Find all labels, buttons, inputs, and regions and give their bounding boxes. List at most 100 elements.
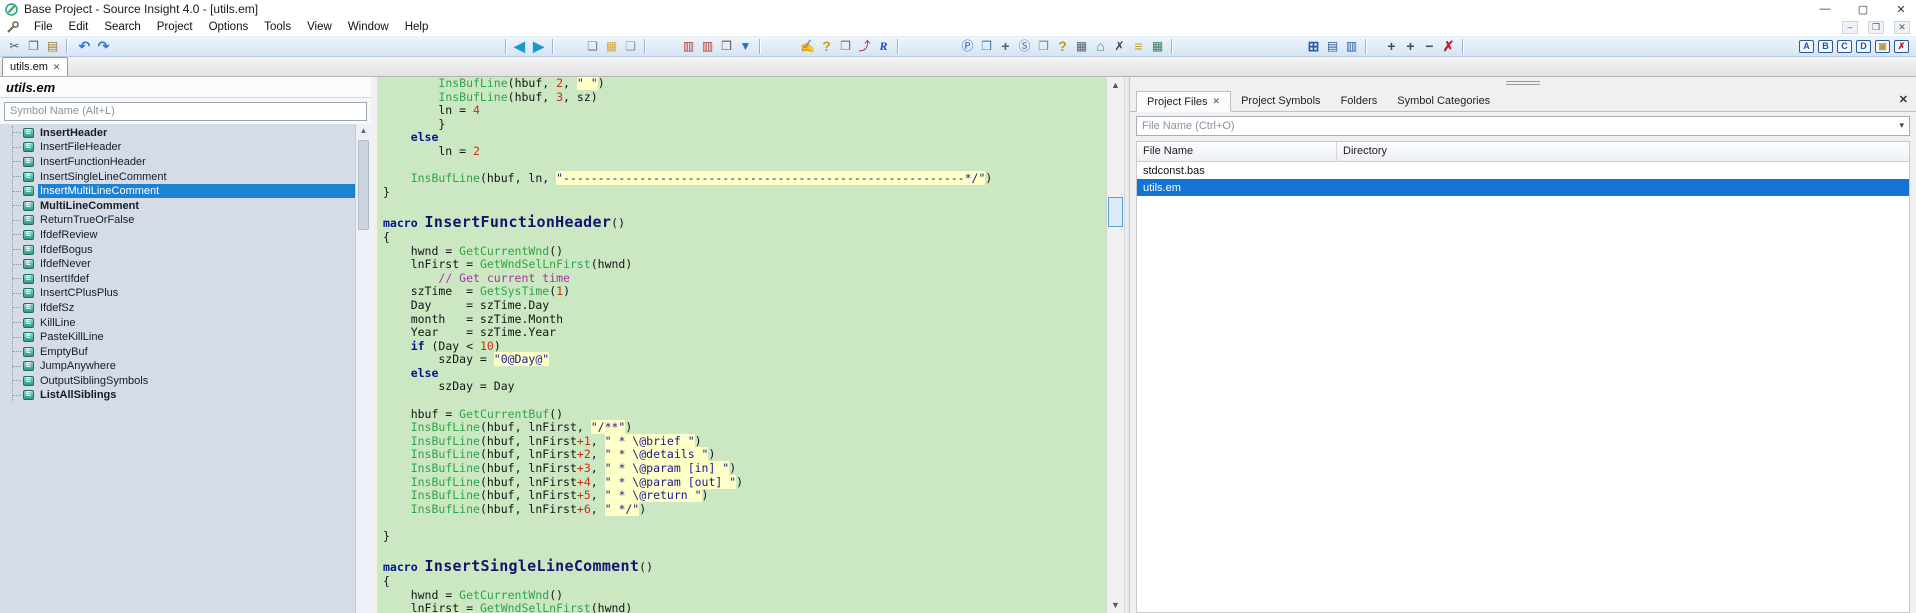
child-restore-button[interactable]: ❐	[1868, 21, 1884, 34]
scroll-up-icon[interactable]: ▲	[356, 124, 371, 138]
tab-symbol-categories[interactable]: Symbol Categories	[1387, 90, 1500, 111]
row-layout-icon[interactable]: ▤	[1323, 38, 1342, 55]
relation-graph-icon[interactable]: ⤴	[855, 38, 874, 55]
symbol-item-ifdefbogus[interactable]: EIfdefBogus	[0, 242, 355, 257]
maximize-button[interactable]: ▢	[1856, 3, 1870, 16]
save-file-icon[interactable]: ❏	[621, 38, 640, 55]
panel-close-icon[interactable]: ✕	[1899, 93, 1908, 106]
symbol-item-ifdefsz[interactable]: EIfdefSz	[0, 301, 355, 316]
close-window-icon[interactable]: ✗	[1110, 38, 1129, 55]
marker-d-icon[interactable]: D	[1856, 40, 1871, 53]
r-script-icon[interactable]: R	[874, 38, 893, 55]
tab-project-files[interactable]: Project Files✕	[1136, 91, 1231, 112]
symbol-item-insertsinglelinecomment[interactable]: EInsertSingleLineComment	[0, 169, 355, 184]
remove-line-icon[interactable]: −	[1420, 38, 1439, 55]
symbol-window-icon[interactable]: Ⓢ	[1015, 38, 1034, 55]
menu-file[interactable]: File	[26, 21, 61, 33]
symbol-item-insertcplusplus[interactable]: EInsertCPlusPlus	[0, 286, 355, 301]
panel-drag-handle[interactable]	[1130, 77, 1916, 90]
clip-window-icon[interactable]: ❐	[1034, 38, 1053, 55]
bookmark-list-icon[interactable]: ≡	[1129, 38, 1148, 55]
symbol-item-multilinecomment[interactable]: EMultiLineComment	[0, 198, 355, 213]
child-minimize-button[interactable]: –	[1842, 21, 1858, 34]
symbol-item-pastekillline[interactable]: EPasteKillLine	[0, 330, 355, 345]
open-file-icon[interactable]: ▦	[602, 38, 621, 55]
code-editor[interactable]: InsBufLine(hbuf, 2, " ") InsBufLine(hbuf…	[378, 77, 1106, 613]
table-layout-icon[interactable]: ⊞	[1304, 38, 1323, 55]
symbol-item-emptybuf[interactable]: EEmptyBuf	[0, 344, 355, 359]
symbol-item-jumpanywhere[interactable]: EJumpAnywhere	[0, 359, 355, 374]
menu-tools[interactable]: Tools	[256, 21, 299, 33]
insert-line-icon[interactable]: +	[1401, 38, 1420, 55]
symbol-search-input[interactable]	[4, 102, 367, 121]
symbol-item-outputsiblingsymbols[interactable]: EOutputSiblingSymbols	[0, 374, 355, 389]
menu-edit[interactable]: Edit	[61, 21, 97, 33]
chevron-down-icon[interactable]: ▾	[1899, 120, 1904, 131]
add-line-icon[interactable]: +	[1382, 38, 1401, 55]
column-header-directory[interactable]: Directory	[1337, 142, 1909, 161]
menu-help[interactable]: Help	[397, 21, 437, 33]
lookup-references-icon[interactable]: ✍	[798, 38, 817, 55]
bookmark-icon[interactable]: ▥	[679, 38, 698, 55]
marker-a-icon[interactable]: A	[1799, 40, 1814, 53]
scroll-up-icon[interactable]: ▲	[1107, 77, 1124, 93]
tab-close-icon[interactable]: ✕	[53, 62, 61, 73]
symbol-item-insertfileheader[interactable]: EInsertFileHeader	[0, 140, 355, 155]
drop-anchor-icon[interactable]: ▼	[736, 38, 755, 55]
child-close-button[interactable]: ✕	[1894, 21, 1910, 34]
menu-view[interactable]: View	[299, 21, 340, 33]
file-list-icon[interactable]: ▦	[1148, 38, 1167, 55]
editor-scrollbar[interactable]: ▲ ▼	[1106, 77, 1124, 613]
column-header-file-name[interactable]: File Name	[1137, 142, 1337, 161]
redo-icon[interactable]: ↷	[94, 38, 113, 55]
cut-icon[interactable]: ✂	[5, 38, 24, 55]
new-file-icon[interactable]: ❏	[583, 38, 602, 55]
column-layout-icon[interactable]: ▥	[1342, 38, 1361, 55]
file-row-stdconst.bas[interactable]: stdconst.bas	[1137, 162, 1909, 179]
folder-remove-icon[interactable]: ✗	[1894, 40, 1909, 53]
file-row-utils.em[interactable]: utils.em	[1137, 179, 1909, 196]
symbol-item-listallsiblings[interactable]: EListAllSiblings	[0, 388, 355, 403]
inspect-icon[interactable]: ?	[1053, 38, 1072, 55]
undo-icon[interactable]: ↶	[75, 38, 94, 55]
parse-icon[interactable]: Ⓟ	[958, 38, 977, 55]
symbol-item-returntrueorfalse[interactable]: EReturnTrueOrFalse	[0, 213, 355, 228]
home-icon[interactable]: ⌂	[1091, 38, 1110, 55]
delete-line-icon[interactable]: ✗	[1439, 38, 1458, 55]
copy-icon[interactable]: ❐	[24, 38, 43, 55]
forward-icon[interactable]: ▶	[529, 38, 548, 55]
close-button[interactable]: ✕	[1894, 3, 1908, 16]
bookmark-next-icon[interactable]: ▥	[698, 38, 717, 55]
minimize-button[interactable]: —	[1818, 3, 1832, 15]
menu-project[interactable]: Project	[149, 21, 201, 33]
symbol-list-scrollbar[interactable]: ▲	[355, 124, 371, 613]
symbol-item-killline[interactable]: EKillLine	[0, 315, 355, 330]
file-name-input[interactable]	[1136, 116, 1910, 136]
tab-project-symbols[interactable]: Project Symbols	[1231, 90, 1330, 111]
symbol-item-ifdefnever[interactable]: EIfdefNever	[0, 257, 355, 272]
symbol-item-insertfunctionheader[interactable]: EInsertFunctionHeader	[0, 155, 355, 170]
tab-utils-em[interactable]: utils.em ✕	[2, 57, 68, 76]
menu-search[interactable]: Search	[96, 21, 148, 33]
menu-options[interactable]: Options	[201, 21, 257, 33]
symbol-item-insertmultilinecomment[interactable]: EInsertMultiLineComment	[0, 184, 355, 199]
split-window-icon[interactable]: +	[996, 38, 1015, 55]
scrollbar-thumb[interactable]	[358, 140, 369, 230]
paste-icon[interactable]: ▤	[43, 38, 62, 55]
tab-close-icon[interactable]: ✕	[1213, 96, 1221, 107]
project-window-icon[interactable]: ▦	[1072, 38, 1091, 55]
back-icon[interactable]: ◀	[510, 38, 529, 55]
symbol-item-insertheader[interactable]: EInsertHeader	[0, 126, 355, 141]
tab-folders[interactable]: Folders	[1331, 90, 1388, 111]
symbol-item-insertifdef[interactable]: EInsertIfdef	[0, 271, 355, 286]
symbol-item-ifdefreview[interactable]: EIfdefReview	[0, 228, 355, 243]
goto-line-icon[interactable]: ❒	[717, 38, 736, 55]
scrollbar-thumb[interactable]	[1108, 197, 1123, 227]
folder-icon[interactable]: ▣	[1875, 40, 1890, 53]
marker-c-icon[interactable]: C	[1837, 40, 1852, 53]
browse-files-icon[interactable]: ❒	[836, 38, 855, 55]
marker-b-icon[interactable]: B	[1818, 40, 1833, 53]
context-window-icon[interactable]: ❒	[977, 38, 996, 55]
menu-window[interactable]: Window	[340, 21, 397, 33]
scroll-down-icon[interactable]: ▼	[1107, 597, 1124, 613]
